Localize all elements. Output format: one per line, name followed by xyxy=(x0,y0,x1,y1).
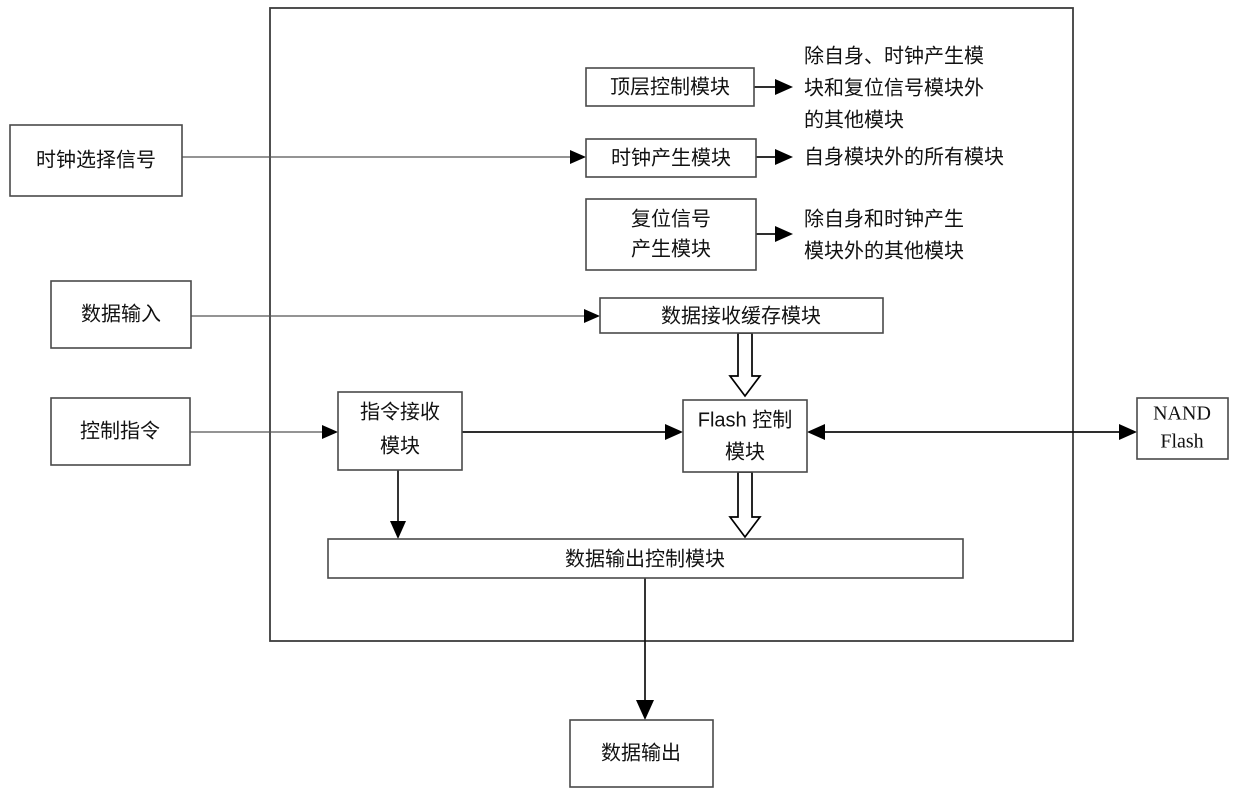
annotation-top-control-line1: 除自身、时钟产生模 xyxy=(804,44,984,67)
box-flash-control-module[interactable]: Flash 控制 模块 xyxy=(682,399,808,473)
flash-control-module-label-line1: Flash 控制 xyxy=(698,408,792,431)
instruction-receive-module-label-line2: 模块 xyxy=(380,434,420,457)
annotation-top-control-line2: 块和复位信号模块外 xyxy=(804,76,984,99)
box-data-output[interactable]: 数据输出 xyxy=(569,719,714,788)
clock-generate-module-label: 时钟产生模块 xyxy=(611,146,731,169)
box-clock-generate-module[interactable]: 时钟产生模块 xyxy=(585,138,757,178)
box-top-control-module[interactable]: 顶层控制模块 xyxy=(585,67,755,107)
box-nand-flash[interactable]: NAND Flash xyxy=(1136,397,1229,460)
box-data-output-control-module[interactable]: 数据输出控制模块 xyxy=(327,538,964,579)
annotation-reset-signal-line1: 除自身和时钟产生 xyxy=(804,207,964,230)
connector-clock-generate-to-annotation xyxy=(756,149,793,165)
flash-control-module-label-line2: 模块 xyxy=(725,440,765,463)
control-instruction-label: 控制指令 xyxy=(80,419,160,442)
reset-signal-module-label-line1: 复位信号 xyxy=(631,207,711,230)
connector-clock-select-to-clock-generate xyxy=(182,150,586,164)
top-control-module-label: 顶层控制模块 xyxy=(610,75,730,98)
nand-flash-label-line2: Flash xyxy=(1160,431,1203,453)
connector-reset-signal-to-annotation xyxy=(756,226,793,242)
connector-data-output-control-to-data-output xyxy=(636,578,654,720)
box-clock-select-signal[interactable]: 时钟选择信号 xyxy=(9,124,183,197)
box-reset-signal-module[interactable]: 复位信号 产生模块 xyxy=(585,198,757,271)
clock-select-signal-label: 时钟选择信号 xyxy=(36,148,156,171)
box-data-receive-buffer-module[interactable]: 数据接收缓存模块 xyxy=(599,297,884,334)
box-instruction-receive-module[interactable]: 指令接收 模块 xyxy=(337,391,463,471)
annotation-clock-generate-line1: 自身模块外的所有模块 xyxy=(804,145,1004,168)
data-receive-buffer-module-label: 数据接收缓存模块 xyxy=(661,304,821,327)
connector-flash-control-to-nand-flash xyxy=(807,424,1137,440)
annotation-top-control-target: 除自身、时钟产生模 块和复位信号模块外 的其他模块 xyxy=(804,44,984,131)
connector-data-input-to-receive-buffer xyxy=(191,309,600,323)
connector-control-instruction-to-instruction-receive xyxy=(190,425,338,439)
box-control-instruction[interactable]: 控制指令 xyxy=(50,397,191,466)
diagram-root: 时钟选择信号 数据输入 控制指令 NAND Flash 数据输出 顶层控制模块 … xyxy=(0,0,1240,797)
annotation-top-control-line3: 的其他模块 xyxy=(804,108,904,131)
annotation-reset-signal-line2: 模块外的其他模块 xyxy=(804,239,964,262)
connector-instruction-receive-to-flash-control xyxy=(462,424,683,440)
box-data-input[interactable]: 数据输入 xyxy=(50,280,192,349)
data-output-label: 数据输出 xyxy=(601,741,681,764)
connector-instruction-receive-to-data-output-control xyxy=(390,470,406,539)
data-output-control-module-label: 数据输出控制模块 xyxy=(565,547,725,570)
reset-signal-module-label-line2: 产生模块 xyxy=(631,237,711,260)
annotation-reset-signal-target: 除自身和时钟产生 模块外的其他模块 xyxy=(804,207,964,262)
system-block-diagram: 时钟选择信号 数据输入 控制指令 NAND Flash 数据输出 顶层控制模块 … xyxy=(9,7,1229,788)
nand-flash-label-line1: NAND xyxy=(1153,403,1211,425)
annotation-clock-generate-target: 自身模块外的所有模块 xyxy=(804,145,1004,168)
instruction-receive-module-label-line1: 指令接收 xyxy=(360,400,440,423)
connector-top-control-to-annotation xyxy=(754,79,793,95)
data-input-label: 数据输入 xyxy=(81,302,161,325)
block-arrow-flash-control-to-data-output-control xyxy=(728,471,762,539)
block-arrow-receive-buffer-to-flash-control xyxy=(728,332,762,398)
